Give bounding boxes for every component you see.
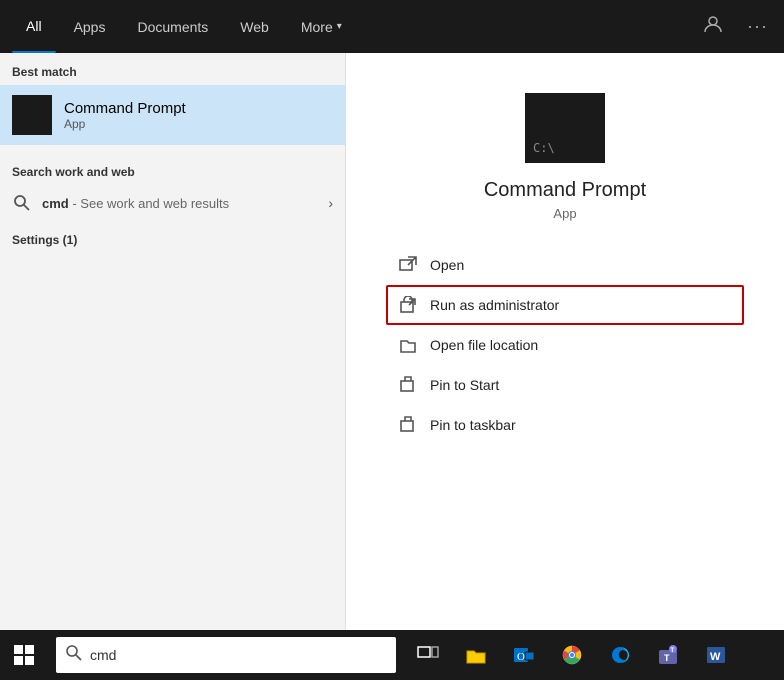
left-panel: Best match Command Prompt App Search wor… [0, 53, 345, 630]
settings-label: Settings (1) [0, 225, 345, 251]
taskbar-teams[interactable]: T T [644, 630, 692, 680]
taskbar-file-explorer[interactable] [452, 630, 500, 680]
right-panel: C:\ Command Prompt App Open [345, 53, 784, 630]
tab-documents[interactable]: Documents [123, 0, 222, 53]
run-as-admin-label: Run as administrator [430, 297, 559, 313]
action-list: Open Run as administrator [346, 245, 784, 445]
pin-to-taskbar-icon [398, 415, 418, 435]
best-match-subtitle: App [64, 117, 186, 131]
pin-to-start-icon [398, 375, 418, 395]
feedback-icon[interactable] [699, 10, 727, 43]
right-app-subtitle: App [553, 206, 576, 221]
open-label: Open [430, 257, 464, 273]
taskbar-outlook[interactable]: O [500, 630, 548, 680]
taskbar: cmd O [0, 630, 784, 680]
search-web-label: Search work and web [0, 153, 345, 185]
right-app-title: Command Prompt [484, 179, 646, 202]
start-button[interactable] [0, 630, 48, 680]
cmd-app-icon [12, 95, 52, 135]
best-match-title: Command Prompt [64, 100, 186, 117]
settings-section: Settings (1) [0, 221, 345, 255]
svg-text:T: T [671, 648, 675, 654]
open-icon [398, 255, 418, 275]
tab-all[interactable]: All [12, 0, 56, 53]
open-file-location-icon [398, 335, 418, 355]
tab-more[interactable]: More ▾ [287, 0, 356, 53]
tab-apps[interactable]: Apps [60, 0, 120, 53]
search-web-icon [12, 193, 32, 213]
action-pin-to-start[interactable]: Pin to Start [386, 365, 744, 405]
taskbar-search-text: cmd [90, 647, 116, 663]
search-query: cmd [42, 196, 69, 211]
search-web-text: cmd - See work and web results [42, 196, 229, 211]
taskbar-chrome[interactable] [548, 630, 596, 680]
svg-text:W: W [710, 651, 721, 663]
run-as-admin-icon [398, 295, 418, 315]
svg-text:T: T [664, 653, 670, 663]
pin-to-taskbar-label: Pin to taskbar [430, 417, 516, 433]
taskbar-word[interactable]: W [692, 630, 740, 680]
search-description: - See work and web results [69, 196, 229, 211]
open-file-location-label: Open file location [430, 337, 538, 353]
more-options-icon[interactable]: ··· [743, 12, 772, 41]
action-pin-to-taskbar[interactable]: Pin to taskbar [386, 405, 744, 445]
svg-text:O: O [517, 651, 525, 663]
best-match-item[interactable]: Command Prompt App [0, 85, 345, 145]
best-match-text: Command Prompt App [64, 100, 186, 131]
chevron-down-icon: ▾ [337, 21, 342, 32]
top-nav-bar: All Apps Documents Web More ▾ ··· [0, 0, 784, 53]
pin-to-start-label: Pin to Start [430, 377, 499, 393]
nav-icons: ··· [699, 10, 772, 43]
search-panel: Best match Command Prompt App Search wor… [0, 53, 784, 630]
tab-web[interactable]: Web [226, 0, 283, 53]
action-run-as-admin[interactable]: Run as administrator [386, 285, 744, 325]
taskbar-edge[interactable] [596, 630, 644, 680]
best-match-label: Best match [0, 53, 345, 85]
taskbar-search-bar[interactable]: cmd [56, 637, 396, 673]
task-view-button[interactable] [404, 630, 452, 680]
search-web-section: cmd - See work and web results › [0, 185, 345, 221]
chevron-right-icon: › [328, 195, 333, 211]
action-open-file-location[interactable]: Open file location [386, 325, 744, 365]
cmd-large-icon: C:\ [525, 93, 605, 163]
search-web-item[interactable]: cmd - See work and web results › [0, 185, 345, 221]
taskbar-search-icon [66, 645, 82, 665]
action-open[interactable]: Open [386, 245, 744, 285]
